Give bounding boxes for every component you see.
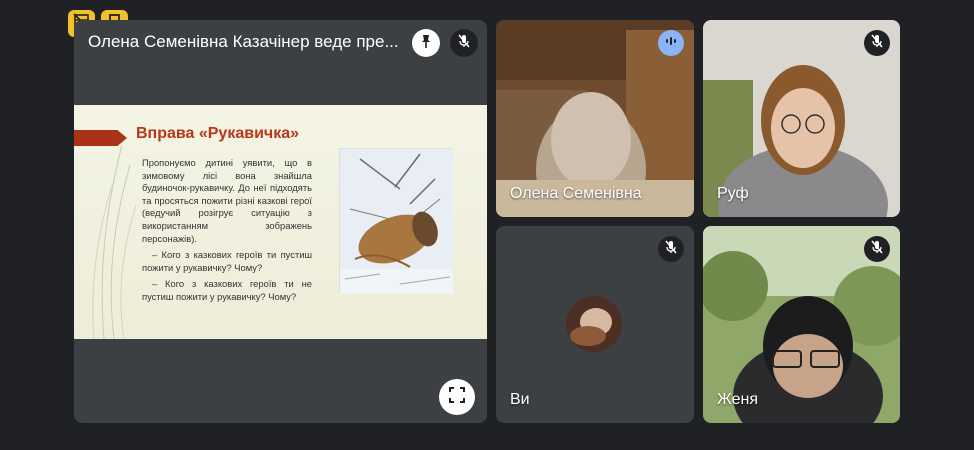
presenter-title: Олена Семенівна Казачінер веде пре... bbox=[88, 32, 398, 51]
mitten-illustration bbox=[339, 148, 453, 294]
mic-off-icon bbox=[456, 33, 472, 54]
mic-off-icon bbox=[869, 33, 885, 54]
participant-name: Женя bbox=[717, 391, 758, 408]
participant-tile-zhenia[interactable]: Женя bbox=[703, 226, 900, 423]
mic-off-icon bbox=[663, 239, 679, 260]
avatar bbox=[566, 296, 622, 352]
mic-off-badge bbox=[864, 236, 890, 262]
participant-name: Олена Семенівна bbox=[510, 185, 642, 202]
mic-off-badge bbox=[658, 236, 684, 262]
slide-question-1: – Кого з казкових героїв ти пустиш пожит… bbox=[142, 249, 312, 273]
fullscreen-icon bbox=[448, 386, 466, 409]
slide-flag bbox=[74, 130, 127, 146]
slide-paragraph: Пропонуємо дитині уявити, що в зимовому … bbox=[142, 157, 312, 244]
speaking-indicator bbox=[658, 30, 684, 56]
presentation-tile[interactable]: Олена Семенівна Казачінер веде пре... Вп… bbox=[74, 20, 487, 423]
mic-off-icon bbox=[869, 239, 885, 260]
slide-title: Вправа «Рукавичка» bbox=[136, 125, 299, 142]
slide-body: Пропонуємо дитині уявити, що в зимовому … bbox=[142, 157, 312, 308]
participant-name: Ви bbox=[510, 391, 530, 408]
mic-off-badge bbox=[864, 30, 890, 56]
pin-icon bbox=[418, 33, 434, 54]
participant-tile-self[interactable]: Ви bbox=[496, 226, 694, 423]
participant-tile-olena[interactable]: Олена Семенівна bbox=[496, 20, 694, 217]
participant-tile-ruf[interactable]: Руф bbox=[703, 20, 900, 217]
pin-button[interactable] bbox=[412, 29, 440, 57]
audio-level-icon bbox=[664, 34, 678, 53]
fullscreen-button[interactable] bbox=[439, 379, 475, 415]
presenter-mic-off-badge bbox=[450, 29, 478, 57]
participant-name: Руф bbox=[717, 185, 749, 202]
slide-question-2: – Кого з казкових героїв ти не пустиш по… bbox=[142, 278, 312, 302]
presentation-slide: Вправа «Рукавичка» Пропонуємо дитині уяв… bbox=[74, 105, 487, 339]
